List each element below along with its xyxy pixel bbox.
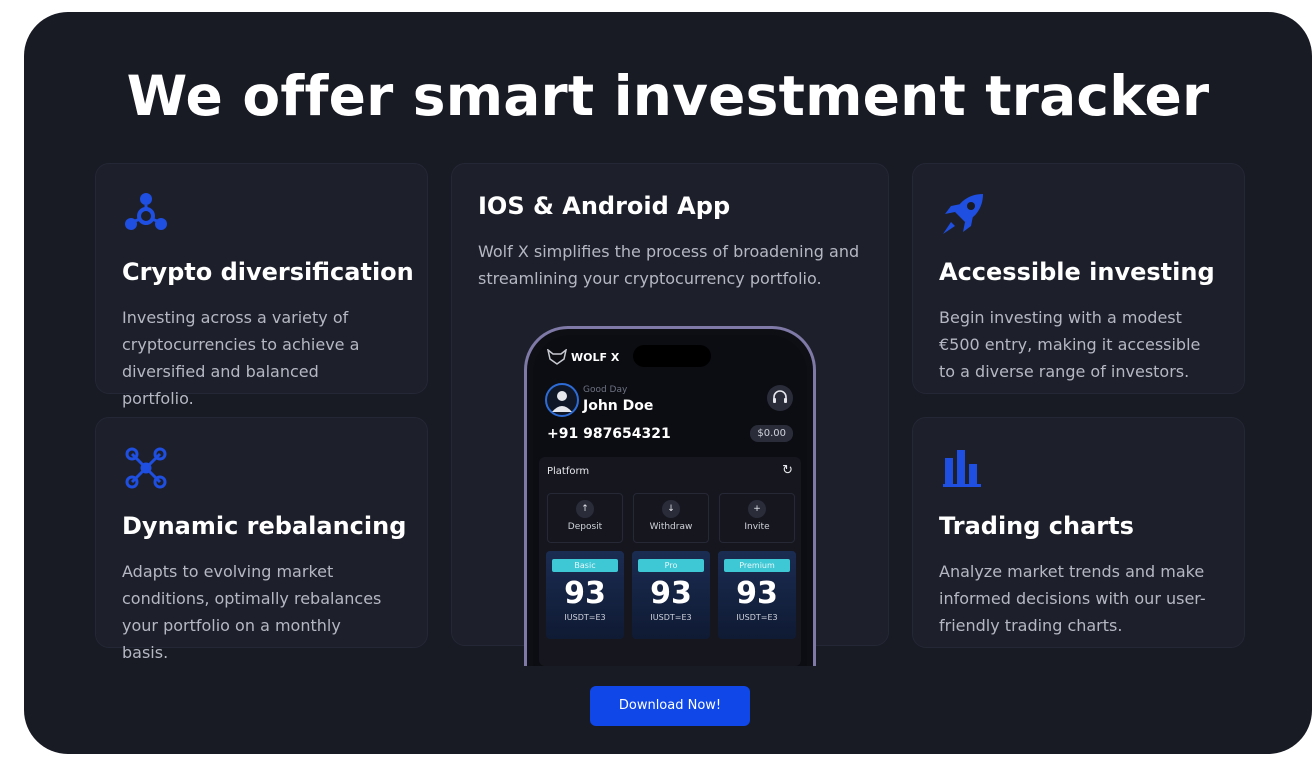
card-description: Begin investing with a modest €500 entry…	[939, 308, 1201, 381]
add-user-icon: +	[748, 500, 766, 518]
card-mobile-app: IOS & Android App Wolf X simplifies the …	[451, 163, 889, 666]
dynamic-island	[633, 345, 711, 367]
withdraw-button[interactable]: ↓ Withdraw	[633, 493, 709, 543]
platform-label: Platform	[547, 466, 590, 477]
arrow-up-icon: ↑	[576, 500, 594, 518]
app-title: IOS & Android App	[478, 192, 731, 220]
action-label: Deposit	[567, 522, 603, 532]
card-crypto-diversification: Crypto diversification Investing across …	[95, 163, 428, 408]
refresh-icon[interactable]: ↻	[782, 463, 793, 478]
plan-card-pro[interactable]: Pro 93 IUSDT=E3	[632, 551, 710, 639]
card-description: Analyze market trends and make informed …	[939, 562, 1206, 635]
deposit-button[interactable]: ↑ Deposit	[547, 493, 623, 543]
plan-card-premium[interactable]: Premium 93 IUSDT=E3	[718, 551, 796, 639]
greeting: Good Day	[583, 385, 628, 395]
card-title: Dynamic rebalancing	[122, 512, 407, 540]
download-button[interactable]: Download Now!	[590, 686, 750, 726]
app-description: Wolf X simplifies the process of broaden…	[478, 242, 860, 288]
plan-value: 93	[650, 576, 692, 611]
card-title: Crypto diversification	[122, 258, 414, 286]
action-label: Withdraw	[649, 522, 693, 532]
plan-card-basic[interactable]: Basic 93 IUSDT=E3	[546, 551, 624, 639]
arrow-down-icon: ↓	[662, 500, 680, 518]
card-trading-charts: Trading charts Analyze market trends and…	[912, 417, 1245, 648]
brand-name: WOLF X	[571, 350, 620, 364]
phone-screen: WOLF X Good Day John Doe +91 987654321 $…	[533, 335, 807, 666]
section-frame: We offer smart investment tracker Crypto…	[24, 12, 1312, 754]
plan-tag: Premium	[724, 559, 790, 572]
user-name: John Doe	[583, 398, 654, 414]
wolf-icon	[547, 349, 567, 365]
phone-number: +91 987654321	[547, 426, 671, 442]
wolfx-logo: WOLF X	[547, 349, 619, 365]
card-description: Adapts to evolving market conditions, op…	[122, 562, 382, 662]
plan-subtext: IUSDT=E3	[564, 613, 606, 622]
plan-value: 93	[736, 576, 778, 611]
user-icon	[552, 391, 572, 412]
plan-subtext: IUSDT=E3	[650, 613, 692, 622]
card-accessible-investing: Accessible investing Begin investing wit…	[912, 163, 1245, 394]
plan-tag: Basic	[552, 559, 618, 572]
plan-subtext: IUSDT=E3	[736, 613, 778, 622]
plan-tag: Pro	[638, 559, 704, 572]
card-dynamic-rebalancing: Dynamic rebalancing Adapts to evolving m…	[95, 417, 428, 662]
headset-icon[interactable]	[767, 385, 793, 411]
plan-value: 93	[564, 576, 606, 611]
rocket-icon	[943, 194, 983, 234]
network-icon	[125, 193, 167, 230]
bar-chart-icon	[943, 450, 981, 487]
nodes-icon	[125, 447, 167, 489]
balance-badge: $0.00	[750, 425, 793, 442]
card-title: Trading charts	[939, 512, 1134, 540]
avatar[interactable]	[545, 383, 579, 417]
card-title: Accessible investing	[939, 258, 1215, 286]
platform-panel: Platform ↻ ↑ Deposit ↓ Withdraw + Invite	[539, 457, 801, 666]
card-description: Investing across a variety of cryptocurr…	[122, 308, 360, 408]
section-headline: We offer smart investment tracker	[126, 64, 1210, 128]
phone-mockup: WOLF X Good Day John Doe +91 987654321 $…	[524, 326, 816, 666]
action-label: Invite	[744, 522, 770, 532]
invite-button[interactable]: + Invite	[719, 493, 795, 543]
